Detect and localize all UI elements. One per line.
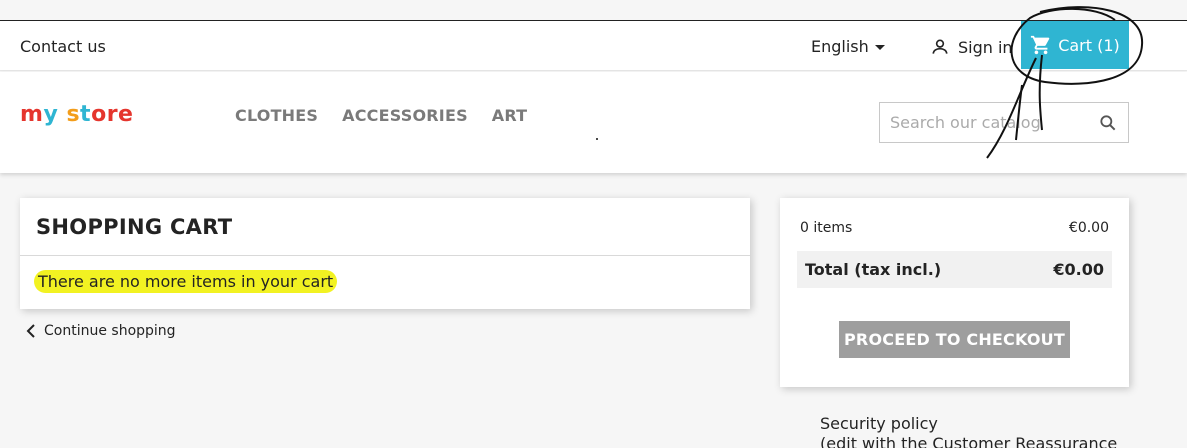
caret-down-icon <box>874 45 885 50</box>
continue-shopping-label: Continue shopping <box>44 323 176 339</box>
menu-item-clothes[interactable]: CLOTHES <box>235 106 318 125</box>
language-label: English <box>811 37 869 56</box>
proceed-to-checkout-button[interactable]: PROCEED TO CHECKOUT <box>839 321 1070 358</box>
search-input[interactable] <box>880 103 1090 142</box>
store-logo[interactable]: my store <box>20 102 133 127</box>
items-row: 0 items €0.00 <box>800 220 1109 236</box>
logo-part: s <box>58 102 81 127</box>
logo-part: t <box>80 102 92 127</box>
chevron-left-icon <box>26 324 35 338</box>
main-header: my store CLOTHES ACCESSORIES ART <box>0 72 1187 173</box>
menu-item-art[interactable]: ART <box>492 106 528 125</box>
menu-item-accessories[interactable]: ACCESSORIES <box>342 106 468 125</box>
reassurance-block: Security policy (edit with the Customer … <box>820 414 1117 448</box>
contact-us-link[interactable]: Contact us <box>20 37 106 56</box>
cart-summary: 0 items €0.00 Total (tax incl.) €0.00 PR… <box>780 198 1129 387</box>
total-label: Total (tax incl.) <box>805 260 942 279</box>
items-count: 0 items <box>800 220 853 236</box>
continue-shopping-link[interactable]: Continue shopping <box>26 323 176 339</box>
sign-in-link[interactable]: Sign in <box>930 37 1013 57</box>
total-value: €0.00 <box>1053 260 1104 279</box>
language-selector[interactable]: English <box>811 37 885 56</box>
shopping-cart-icon <box>1031 35 1050 55</box>
logo-part: m <box>20 102 44 127</box>
total-row: Total (tax incl.) €0.00 <box>797 251 1112 288</box>
logo-part: y <box>43 102 59 127</box>
reassurance-line: (edit with the Customer Reassurance <box>820 434 1118 448</box>
items-value: €0.00 <box>1068 220 1109 236</box>
reassurance-line: Security policy <box>820 414 938 433</box>
cart-label: Cart (1) <box>1058 35 1120 55</box>
cart-button[interactable]: Cart (1) <box>1021 21 1129 69</box>
sign-in-label: Sign in <box>958 37 1013 57</box>
shopping-cart-panel: SHOPPING CART There are no more items in… <box>20 198 750 309</box>
divider <box>20 255 750 256</box>
empty-cart-message: There are no more items in your cart <box>34 270 338 293</box>
page-title: SHOPPING CART <box>36 215 233 239</box>
main-menu: CLOTHES ACCESSORIES ART <box>235 106 527 125</box>
top-nav-bar: Contact us English Sign in Cart (1) <box>0 21 1187 71</box>
search-box <box>879 102 1129 143</box>
search-icon[interactable] <box>1098 113 1118 133</box>
user-icon <box>932 39 948 54</box>
logo-part: ore <box>91 102 134 127</box>
